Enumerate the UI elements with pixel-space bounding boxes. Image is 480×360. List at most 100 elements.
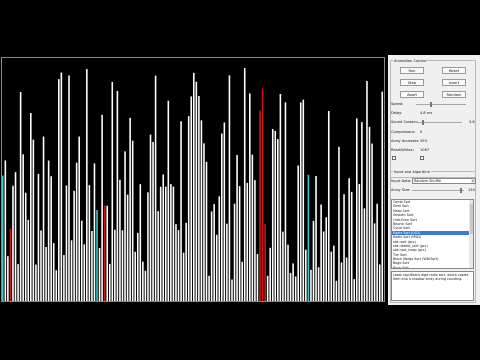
array-bar [294, 276, 297, 301]
array-bar [363, 208, 366, 301]
array-bar [50, 176, 52, 301]
input-data-select[interactable]: Random Shuffle ▾ [412, 178, 476, 184]
array-bar [264, 224, 266, 301]
array-bar [335, 280, 338, 301]
array-bar [114, 229, 116, 301]
insert-button[interactable]: Insert [442, 79, 466, 86]
sort-visualization-canvas [1, 57, 385, 302]
array-bar [65, 185, 68, 301]
reset-button[interactable]: Reset [442, 67, 466, 74]
array-bar [175, 224, 177, 301]
array-bar [320, 204, 322, 301]
abort-button[interactable]: Abort [400, 91, 424, 98]
array-bar [103, 205, 106, 301]
array-bar [297, 165, 299, 301]
array-bar [187, 116, 190, 301]
array-bar [60, 72, 63, 301]
array-bar [172, 186, 175, 301]
array-size-label: Array Size: [391, 188, 411, 192]
array-bar [378, 264, 381, 301]
random-button[interactable]: Random [442, 91, 466, 98]
array-bar [195, 81, 198, 301]
array-bar [32, 139, 35, 301]
array-bar [289, 272, 292, 301]
array-bar [317, 267, 320, 301]
array-bar [27, 219, 30, 301]
array-bar [70, 240, 73, 301]
array-bar [348, 178, 350, 301]
array-bar [284, 102, 287, 301]
array-bar [47, 160, 50, 301]
array-bar [63, 255, 65, 301]
delay-value: 4.8 ms [420, 111, 433, 115]
array-bar [353, 279, 356, 301]
array-bar [226, 223, 228, 301]
letterbox-bottom [0, 305, 480, 360]
array-size-slider-thumb[interactable] [460, 187, 462, 193]
array-bar [88, 185, 91, 301]
array-bar [17, 264, 19, 301]
array-bar [241, 261, 243, 301]
array-bar [302, 99, 305, 301]
inversions-checkbox[interactable] [420, 156, 424, 160]
array-bar [73, 190, 75, 301]
array-bar [251, 154, 254, 301]
array-bar [58, 79, 60, 301]
sound-checkbox[interactable] [392, 156, 396, 160]
array-bar [22, 154, 24, 301]
array-bar [52, 243, 55, 301]
run-button[interactable]: Run [400, 67, 424, 74]
step-button[interactable]: Step [400, 79, 424, 86]
letterbox-top [0, 0, 480, 55]
algorithm-list[interactable]: Comb Sort Shell Sort Heap Sort Smooth Sort O… [391, 199, 474, 269]
speed-slider-thumb[interactable] [430, 101, 432, 107]
array-size-slider-track[interactable] [412, 190, 464, 191]
input-data-value: Random Shuffle [414, 179, 441, 183]
array-bar [361, 122, 363, 301]
array-bar [266, 275, 269, 301]
algorithm-list-item[interactable]: Bozo Sort [392, 266, 473, 268]
input-algorithm-title: Input and Algorithm [393, 170, 431, 174]
array-bar [299, 102, 302, 301]
array-bar [98, 247, 101, 301]
array-bar [164, 186, 167, 301]
input-data-label: Input Data: [391, 179, 412, 183]
array-bar [233, 203, 236, 301]
array-bar [243, 68, 246, 301]
sound-sustain-slider-thumb[interactable] [422, 119, 424, 125]
array-bar [129, 117, 131, 301]
array-bar [249, 93, 251, 301]
array-bar [136, 232, 139, 301]
array-bar [350, 191, 353, 301]
array-bar [338, 146, 340, 301]
array-bar [271, 128, 274, 301]
speed-label: Speed: [391, 102, 404, 106]
array-bar [218, 196, 221, 301]
array-bar [14, 172, 17, 301]
array-bar [149, 134, 152, 301]
array-bar [170, 184, 172, 301]
sound-sustain-value: 3.8 [469, 120, 475, 124]
array-bar [45, 247, 47, 301]
array-bar [108, 263, 111, 301]
comparisons-label: Comparisons: [391, 130, 416, 134]
read-writes-value: 1087 [420, 148, 430, 152]
sound-sustain-label: Sound Sustain: [391, 120, 418, 124]
array-bar [333, 245, 335, 301]
array-bar [325, 217, 328, 301]
speed-slider-track[interactable] [416, 104, 466, 105]
array-bar [381, 91, 384, 301]
array-bar [236, 155, 238, 301]
array-bar [75, 162, 78, 301]
array-bar [228, 75, 231, 301]
array-bar [307, 174, 310, 301]
array-bar [340, 262, 343, 301]
array-bar [246, 182, 249, 301]
array-bar [322, 231, 325, 301]
array-bar [157, 211, 159, 301]
algorithm-list-scrollbar[interactable] [469, 200, 473, 268]
array-bar [376, 203, 378, 301]
array-bar [78, 136, 80, 301]
array-bar [86, 69, 88, 301]
algorithm-list-scroll-thumb[interactable] [469, 204, 473, 234]
